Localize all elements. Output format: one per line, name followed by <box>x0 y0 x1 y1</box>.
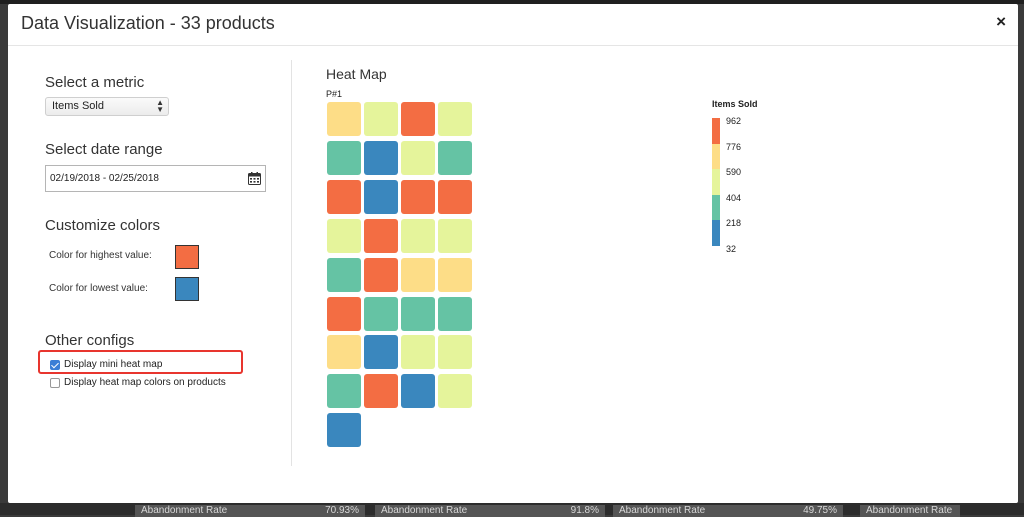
select-metric-heading: Select a metric <box>45 74 145 91</box>
lowest-color-label: Color for lowest value: <box>49 283 148 294</box>
modal-header: Data Visualization - 33 products × <box>8 4 1018 46</box>
legend-color-segment <box>712 118 720 144</box>
heat-map-cell[interactable] <box>364 335 398 370</box>
modal-title: Data Visualization - 33 products <box>21 13 275 33</box>
heat-map-cell[interactable] <box>401 374 435 409</box>
highest-color-label: Color for highest value: <box>49 250 152 261</box>
heat-map-cell[interactable] <box>438 179 472 214</box>
background-stat-value: 49.75% <box>803 505 837 516</box>
heat-map-cell[interactable] <box>364 102 398 136</box>
background-stat-value: 70.93% <box>325 505 359 516</box>
heat-map-cell[interactable] <box>327 413 361 448</box>
heat-map-cell[interactable] <box>438 102 472 136</box>
heat-map-cell[interactable] <box>327 296 361 331</box>
customize-colors-heading: Customize colors <box>45 217 161 234</box>
heat-map-cell[interactable] <box>327 179 361 214</box>
background-stat-cell: Abandonment Rate 70.93% <box>135 505 365 517</box>
heat-map-cell[interactable] <box>327 140 361 175</box>
other-configs-heading: Other configs <box>45 332 135 349</box>
background-stat-label: Abandonment Rate <box>141 505 228 516</box>
close-button[interactable]: × <box>996 13 1006 31</box>
heat-map-cell[interactable] <box>364 374 398 409</box>
heat-map-cell[interactable] <box>327 335 361 370</box>
heat-map-cell[interactable] <box>401 140 435 175</box>
mini-heat-map-label[interactable]: Display mini heat map <box>64 359 162 370</box>
heat-map-cell[interactable] <box>401 335 435 370</box>
legend-title: Items Sold <box>712 99 758 109</box>
heat-map-cell[interactable] <box>438 374 472 409</box>
panel-divider <box>291 60 292 466</box>
heat-map-cell[interactable] <box>327 218 361 253</box>
heat-map-cell[interactable] <box>401 218 435 253</box>
heat-map-cell[interactable] <box>364 296 398 331</box>
heat-map-title: Heat Map <box>326 66 387 82</box>
heat-map-cell[interactable] <box>438 296 472 331</box>
metric-select[interactable]: Items Sold ▲ ▼ <box>45 97 169 116</box>
heat-map-cell[interactable] <box>401 257 435 292</box>
data-visualization-modal: Data Visualization - 33 products × Selec… <box>8 4 1018 503</box>
heat-map-cell[interactable] <box>438 218 472 253</box>
background-stat-value: 91.8% <box>570 505 599 516</box>
calendar-icon[interactable] <box>248 172 261 185</box>
legend-color-segment <box>712 143 720 170</box>
heat-map-colors-label[interactable]: Display heat map colors on products <box>64 377 226 388</box>
metric-select-value: Items Sold <box>52 100 104 112</box>
mini-heat-map-checkbox[interactable] <box>50 360 60 370</box>
background-stat-cell: Abandonment Rate 49.75% <box>613 505 843 517</box>
legend-tick-label: 962 <box>726 116 742 126</box>
legend-color-segment <box>712 194 720 221</box>
heat-map-cell[interactable] <box>401 102 435 136</box>
heat-map-cell[interactable] <box>401 296 435 331</box>
legend-tick-label: 32 <box>726 244 737 254</box>
legend-tick-label: 218 <box>726 218 742 229</box>
legend-tick-label: 590 <box>726 167 742 178</box>
heat-map-cell[interactable] <box>364 257 398 292</box>
background-stat-cell: Abandonment Rate 91.8% <box>375 505 605 517</box>
select-arrows-icon: ▲ ▼ <box>156 98 164 114</box>
heat-map-cell[interactable] <box>327 102 361 136</box>
heat-map-colors-checkbox[interactable] <box>50 378 60 388</box>
select-date-range-heading: Select date range <box>45 141 163 158</box>
date-range-input[interactable]: 02/19/2018 - 02/25/2018 <box>45 165 266 192</box>
background-stat-label: Abandonment Rate <box>866 505 953 516</box>
date-range-value: 02/19/2018 - 02/25/2018 <box>50 173 159 184</box>
heat-map-cell[interactable] <box>438 335 472 370</box>
heat-map-cell[interactable] <box>364 140 398 175</box>
heat-map-cell[interactable] <box>364 218 398 253</box>
highest-color-swatch[interactable] <box>175 245 199 269</box>
background-stat-label: Abandonment Rate <box>619 505 706 516</box>
lowest-color-swatch[interactable] <box>175 277 199 301</box>
heat-map-cell[interactable] <box>401 179 435 214</box>
background-stat-cell: Abandonment Rate <box>860 505 960 517</box>
legend-color-segment <box>712 169 720 195</box>
heat-map-cell[interactable] <box>438 140 472 175</box>
legend-tick-label: 404 <box>726 192 742 203</box>
legend-color-segment <box>712 220 720 246</box>
heat-map-cell[interactable] <box>327 374 361 409</box>
heat-map-cell[interactable] <box>364 179 398 214</box>
heat-map-cell[interactable] <box>327 257 361 292</box>
heat-map-cell[interactable] <box>438 257 472 292</box>
background-stat-label: Abandonment Rate <box>381 505 468 516</box>
legend-tick-label: 776 <box>726 141 742 152</box>
heat-map-page-label: P#1 <box>326 89 343 99</box>
